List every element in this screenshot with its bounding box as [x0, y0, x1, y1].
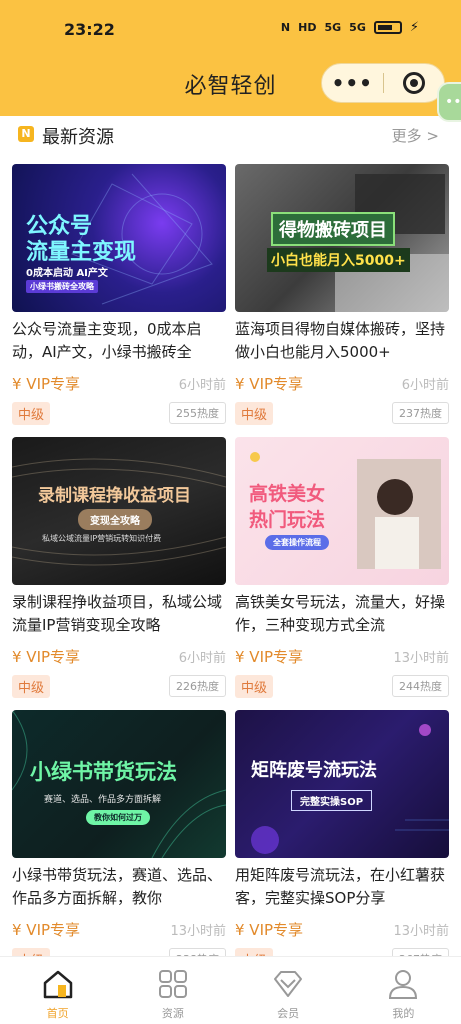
nav-resources[interactable]: 资源	[115, 957, 230, 1024]
nav-home[interactable]: 首页	[0, 957, 115, 1024]
vip-label: ¥ VIP专享	[235, 920, 304, 939]
card-tags: 中级 255热度	[12, 400, 226, 426]
resource-card[interactable]: 小绿书带货玩法 赛道、选品、作品多方面拆解 教你如何过万 小绿书带货玩法，赛道、…	[12, 710, 226, 972]
level-badge: 中级	[12, 401, 51, 425]
card-meta: ¥ VIP专享 13小时前	[235, 643, 449, 669]
battery-icon	[373, 21, 402, 34]
card-thumbnail: 小绿书带货玩法 赛道、选品、作品多方面拆解 教你如何过万	[12, 710, 226, 858]
charging-icon: ⚡	[409, 20, 419, 35]
card-time: 13小时前	[393, 650, 449, 666]
card-title: 用矩阵废号流玩法，在小红薯获客，完整实操SOP分享	[235, 866, 446, 907]
card-thumbnail: 高铁美女 热门玩法 全套操作流程	[235, 437, 449, 585]
vip-label: ¥ VIP专享	[12, 647, 81, 666]
card-tags: 中级 226热度	[12, 673, 226, 699]
more-link[interactable]: 更多 >	[392, 125, 439, 146]
status-time: 23:22	[64, 20, 115, 39]
thumb-subheading: 热门玩法	[249, 509, 326, 531]
thumb-heading: 录制课程挣收益项目	[38, 486, 191, 506]
hot-count: 226热度	[169, 675, 226, 697]
card-title: 小绿书带货玩法，赛道、选品、作品多方面拆解，教你	[12, 866, 223, 907]
nav-label: 我的	[392, 1007, 415, 1020]
thumb-caption: 私域公域流量IP营销玩转知识付费	[42, 534, 162, 543]
hot-count: 255热度	[169, 402, 226, 424]
card-meta: ¥ VIP专享 6小时前	[12, 643, 226, 669]
card-title: 高铁美女号玩法，流量大，好操作，三种变现方式全流	[235, 593, 446, 634]
status-icons: N HD 5G 5G ⚡	[281, 20, 419, 35]
status-bar: 23:22 N HD 5G 5G ⚡	[0, 0, 461, 60]
nav-label: 资源	[161, 1007, 184, 1020]
card-time: 13小时前	[170, 923, 226, 939]
level-badge: 中级	[235, 674, 274, 698]
card-time: 6小时前	[178, 377, 226, 393]
hot-count: 237热度	[392, 402, 449, 424]
resource-card[interactable]: 录制课程挣收益项目 变现全攻略 私域公域流量IP营销玩转知识付费 录制课程挣收益…	[12, 437, 226, 699]
level-badge: 中级	[12, 674, 51, 698]
section-header: N 最新资源 更多 >	[0, 116, 461, 154]
nav-label: 首页	[46, 1007, 69, 1020]
nav-profile[interactable]: 我的	[346, 957, 461, 1024]
thumb-tag: 教你如何过万	[86, 810, 150, 825]
diamond-icon	[274, 971, 303, 997]
thumb-subheading: 小白也能月入5000+	[267, 248, 410, 272]
section-title: 最新资源	[42, 127, 114, 148]
bottom-nav: 首页 资源 会员 我的	[0, 956, 461, 1024]
card-meta: ¥ VIP专享 13小时前	[235, 916, 449, 942]
card-tags: 中级 244热度	[235, 673, 449, 699]
thumb-heading: 高铁美女	[249, 483, 326, 505]
vip-label: ¥ VIP专享	[235, 374, 304, 393]
card-title: 蓝海项目得物自媒体搬砖，坚持做小白也能月入5000+	[235, 320, 446, 361]
card-meta: ¥ VIP专享 6小时前	[235, 370, 449, 396]
grid-icon	[158, 970, 187, 998]
vip-label: ¥ VIP专享	[235, 647, 304, 666]
nav-label: 会员	[277, 1007, 300, 1020]
nfc-icon: N	[280, 21, 291, 34]
vip-label: ¥ VIP专享	[12, 920, 81, 939]
hd-icon: HD	[298, 21, 317, 34]
close-button[interactable]	[383, 72, 444, 94]
card-title: 录制课程挣收益项目，私域公域流量IP营销变现全攻略	[12, 593, 223, 634]
signal-icon: 5G	[324, 21, 342, 34]
card-title: 公众号流量主变现，0成本启动，AI产文，小绿书搬砖全	[12, 320, 202, 361]
signal-icon-2: 5G	[349, 21, 366, 34]
card-thumbnail: 公众号 流量主变现 0成本启动 AI产文 小绿书搬砖全攻略	[12, 164, 226, 312]
card-thumbnail: 录制课程挣收益项目 变现全攻略 私域公域流量IP营销玩转知识付费	[12, 437, 226, 585]
resource-card[interactable]: 得物搬砖项目 小白也能月入5000+ 蓝海项目得物自媒体搬砖，坚持做小白也能月入…	[235, 164, 449, 426]
card-meta: ¥ VIP专享 6小时前	[12, 370, 226, 396]
thumb-caption: 赛道、选品、作品多方面拆解	[44, 795, 162, 805]
thumb-button: 变现全攻略	[78, 509, 152, 530]
hot-count: 244热度	[392, 675, 449, 697]
thumb-caption: 0成本启动 AI产文	[26, 268, 108, 279]
thumb-subheading: 流量主变现	[26, 240, 137, 265]
card-thumbnail: 矩阵废号流玩法 完整实操SOP	[235, 710, 449, 858]
news-icon: N	[18, 126, 34, 142]
thumb-heading: 得物搬砖项目	[271, 212, 395, 246]
thumb-tag: 全套操作流程	[265, 535, 329, 550]
card-tags: 中级 237热度	[235, 400, 449, 426]
nav-membership[interactable]: 会员	[231, 957, 346, 1024]
more-options-button[interactable]: •••	[322, 73, 383, 93]
miniprogram-capsule: •••	[321, 63, 445, 103]
card-time: 6小时前	[401, 377, 449, 393]
resource-card[interactable]: 公众号 流量主变现 0成本启动 AI产文 小绿书搬砖全攻略 公众号流量主变现，0…	[12, 164, 226, 426]
card-meta: ¥ VIP专享 13小时前	[12, 916, 226, 942]
thumb-heading: 小绿书带货玩法	[30, 760, 177, 784]
resource-card[interactable]: 高铁美女 热门玩法 全套操作流程 高铁美女号玩法，流量大，好操作，三种变现方式全…	[235, 437, 449, 699]
resource-card[interactable]: 矩阵废号流玩法 完整实操SOP 用矩阵废号流玩法，在小红薯获客，完整实操SOP分…	[235, 710, 449, 972]
level-badge: 中级	[235, 401, 274, 425]
vip-label: ¥ VIP专享	[12, 374, 81, 393]
target-icon	[402, 72, 425, 94]
dots-decoration	[251, 724, 449, 854]
card-thumbnail: 得物搬砖项目 小白也能月入5000+	[235, 164, 449, 312]
home-icon	[43, 970, 72, 999]
card-time: 13小时前	[393, 923, 449, 939]
user-icon	[389, 970, 418, 999]
thumb-heading: 矩阵废号流玩法	[251, 760, 377, 781]
app-header: 23:22 N HD 5G 5G ⚡ 必智轻创 ••• •••	[0, 0, 461, 122]
thumb-tag: 完整实操SOP	[291, 790, 373, 811]
card-time: 6小时前	[178, 650, 226, 666]
thumb-tag: 小绿书搬砖全攻略	[26, 280, 98, 293]
